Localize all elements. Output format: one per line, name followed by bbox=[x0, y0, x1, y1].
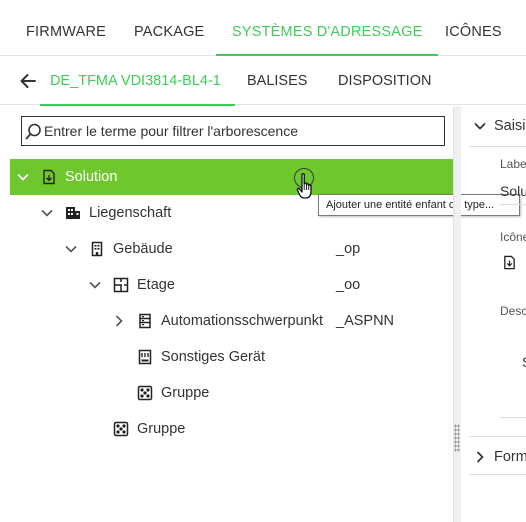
panel-splitter[interactable] bbox=[453, 106, 461, 522]
tree-node-automationsschwerpunkt[interactable]: Automationsschwerpunkt _ASPNN bbox=[10, 303, 454, 339]
icon-caption: Icône bbox=[500, 230, 526, 244]
tab-addressing-systems[interactable]: SYSTÈMES D'ADRESSAGE bbox=[215, 0, 440, 56]
tree-node-label: Sonstiges Gerät bbox=[161, 349, 265, 365]
footer-section-title[interactable]: Form bbox=[494, 449, 526, 465]
tree-node-label: Automationsschwerpunkt bbox=[161, 313, 323, 329]
tree-node-label: Gruppe bbox=[161, 385, 210, 401]
label-caption: Labe bbox=[500, 157, 526, 171]
building-icon bbox=[91, 241, 103, 257]
tree-node-label: Gebäude bbox=[113, 241, 173, 257]
control-cabinet-icon bbox=[139, 313, 151, 329]
tree-filter-input[interactable] bbox=[44, 117, 442, 145]
floor-plan-icon bbox=[113, 277, 129, 293]
tree-node-solution[interactable]: Solution bbox=[10, 159, 454, 195]
top-tab-bar: FIRMWARE PACKAGE SYSTÈMES D'ADRESSAGE IC… bbox=[0, 0, 526, 56]
subtab-layout[interactable]: DISPOSITION bbox=[338, 57, 431, 105]
tree-filter-box bbox=[21, 116, 445, 146]
property-icon bbox=[66, 207, 80, 219]
tree-node-etage[interactable]: Etage _oo bbox=[10, 267, 454, 303]
divider bbox=[469, 436, 526, 437]
group-icon bbox=[137, 385, 153, 401]
solution-file-icon bbox=[43, 169, 55, 185]
back-arrow-icon[interactable] bbox=[18, 71, 38, 91]
chevron-down-icon[interactable] bbox=[64, 242, 78, 256]
tab-icons[interactable]: ICÔNES bbox=[445, 0, 502, 56]
chevron-down-icon[interactable] bbox=[473, 119, 487, 133]
tree-node-gebaeude[interactable]: Gebäude _op bbox=[10, 231, 454, 267]
tree-node-gruppe[interactable]: Gruppe bbox=[10, 375, 454, 411]
tab-package[interactable]: PACKAGE bbox=[134, 0, 204, 56]
tree-node-label: Etage bbox=[137, 277, 175, 293]
tree-node-sonstiges-geraet[interactable]: Sonstiges Gerät bbox=[10, 339, 454, 375]
divider bbox=[469, 146, 526, 147]
tab-firmware[interactable]: FIRMWARE bbox=[26, 0, 106, 56]
group-icon bbox=[113, 421, 129, 437]
chevron-right-icon[interactable] bbox=[473, 450, 487, 464]
subtab-addressing-system-name[interactable]: DE_TFMA VDI3814-BL4-1 bbox=[40, 57, 235, 106]
section-title[interactable]: Saisi bbox=[494, 118, 525, 134]
chevron-down-icon[interactable] bbox=[16, 170, 30, 184]
description-caption: Desc bbox=[500, 304, 526, 318]
search-icon bbox=[25, 123, 41, 140]
tree-node-gruppe[interactable]: Gruppe bbox=[10, 411, 454, 447]
chevron-down-icon[interactable] bbox=[88, 278, 102, 292]
chevron-right-icon[interactable] bbox=[112, 314, 126, 328]
tree-node-label: Liegenschaft bbox=[89, 205, 172, 221]
device-icon bbox=[138, 349, 152, 365]
properties-panel: Saisi Labe Solu Icône Desc S Form bbox=[461, 106, 526, 522]
tree-node-label: Solution bbox=[65, 169, 118, 185]
solution-file-icon[interactable] bbox=[502, 255, 517, 270]
subtab-tags[interactable]: BALISES bbox=[247, 57, 307, 105]
divider bbox=[469, 474, 526, 475]
description-fragment: S bbox=[522, 354, 526, 370]
label-underline bbox=[500, 204, 526, 205]
sub-tab-bar: DE_TFMA VDI3814-BL4-1 BALISES DISPOSITIO… bbox=[0, 57, 526, 106]
splitter-grip-icon[interactable] bbox=[454, 424, 460, 452]
tree-node-code: _ASPNN bbox=[336, 313, 395, 329]
tree-node-code: _op bbox=[336, 241, 361, 257]
tree-node-code: _oo bbox=[336, 277, 361, 293]
chevron-down-icon[interactable] bbox=[40, 206, 54, 220]
hand-cursor-icon bbox=[296, 172, 312, 199]
label-value[interactable]: Solu bbox=[500, 183, 526, 199]
description-underline bbox=[500, 417, 526, 418]
tree-node-label: Gruppe bbox=[137, 421, 186, 437]
